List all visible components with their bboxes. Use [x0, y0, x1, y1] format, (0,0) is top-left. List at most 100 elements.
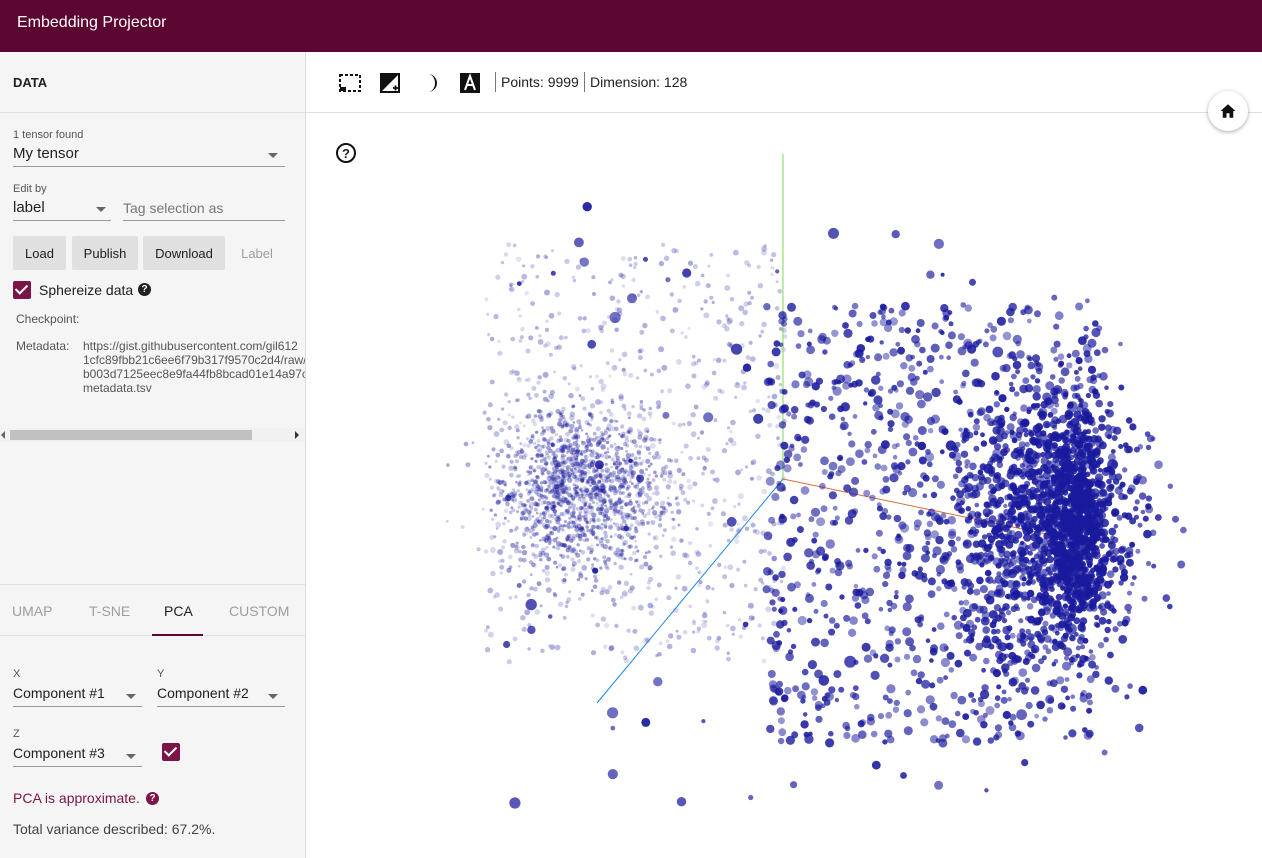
scroll-right-icon[interactable]: [295, 431, 299, 439]
data-point: [964, 492, 971, 499]
help-icon[interactable]: ?: [138, 283, 151, 296]
data-point: [578, 527, 584, 533]
scroll-left-icon[interactable]: [1, 431, 5, 439]
data-point: [837, 456, 843, 462]
data-point: [1099, 557, 1105, 563]
data-point: [758, 334, 762, 338]
data-point: [991, 419, 998, 426]
data-point: [544, 577, 551, 583]
horizontal-scrollbar[interactable]: [0, 428, 305, 442]
data-point: [589, 403, 596, 409]
data-point: [671, 525, 676, 530]
data-point: [531, 515, 535, 518]
data-point: [1015, 455, 1021, 461]
data-point: [1036, 528, 1041, 533]
z-component-select[interactable]: Component #3: [13, 743, 142, 767]
data-point: [1129, 541, 1136, 548]
data-point: [882, 352, 890, 360]
data-point: [545, 319, 549, 323]
data-point: [1031, 478, 1039, 485]
label-button[interactable]: Label: [231, 236, 283, 270]
sphereize-checkbox[interactable]: [13, 281, 31, 299]
data-point: [563, 524, 567, 528]
data-point: [497, 417, 501, 421]
data-point: [994, 483, 1003, 492]
select-rectangle-icon[interactable]: [338, 71, 362, 95]
tab-tsne[interactable]: T-SNE: [89, 603, 130, 619]
download-button[interactable]: Download: [143, 236, 225, 270]
data-point: [884, 625, 891, 632]
data-point: [769, 599, 776, 606]
data-point: [619, 595, 624, 600]
data-point: [540, 467, 546, 473]
tab-custom[interactable]: CUSTOM: [229, 603, 289, 619]
z-enable-checkbox[interactable]: [162, 743, 180, 761]
edit-by-select[interactable]: label: [13, 197, 111, 221]
night-mode-icon[interactable]: [378, 71, 402, 95]
publish-button[interactable]: Publish: [72, 236, 138, 270]
data-point: [501, 545, 506, 550]
data-point: [614, 623, 619, 629]
data-point: [521, 557, 527, 563]
data-point: [800, 698, 806, 704]
labels-icon[interactable]: [458, 71, 482, 95]
data-point: [1066, 421, 1074, 429]
tensor-select[interactable]: My tensor: [13, 143, 285, 167]
help-icon[interactable]: ?: [146, 792, 159, 805]
data-point: [828, 617, 836, 624]
data-point: [610, 465, 613, 469]
data-point: [985, 405, 994, 414]
data-point: [1036, 438, 1042, 444]
data-point: [1074, 392, 1081, 399]
scatter-plot-3d[interactable]: [306, 114, 1262, 858]
data-point: [651, 507, 655, 510]
data-point: [1008, 496, 1013, 501]
contrast-icon[interactable]: [418, 71, 442, 95]
data-point: [1125, 417, 1133, 424]
data-point: [636, 293, 641, 298]
data-point: [999, 421, 1006, 428]
scrollbar-thumb[interactable]: [10, 430, 252, 440]
data-point: [491, 447, 496, 452]
data-point: [959, 622, 965, 628]
data-point: [653, 485, 660, 491]
data-point: [1073, 527, 1080, 534]
data-point: [542, 480, 547, 485]
data-point: [904, 327, 911, 334]
data-point: [628, 416, 631, 420]
data-point: [486, 312, 490, 316]
data-point: [643, 368, 648, 373]
x-component-select[interactable]: Component #1: [13, 683, 142, 707]
data-point: [755, 433, 761, 440]
data-point: [1019, 513, 1025, 520]
data-point: [585, 438, 591, 444]
data-point: [1015, 687, 1021, 693]
data-point: [829, 519, 836, 526]
data-point: [1122, 467, 1128, 473]
data-point: [621, 351, 628, 358]
data-point: [489, 379, 495, 385]
data-point: [859, 719, 866, 726]
load-button[interactable]: Load: [13, 236, 66, 270]
y-component-select[interactable]: Component #2: [157, 683, 285, 707]
data-point: [758, 577, 764, 583]
data-point: [600, 444, 606, 450]
data-point: [932, 546, 942, 556]
data-point: [631, 404, 635, 409]
data-point: [637, 355, 643, 361]
data-point: [793, 581, 801, 589]
data-point: [506, 242, 512, 248]
data-point: [812, 531, 819, 538]
data-point: [902, 602, 912, 612]
data-point: [1003, 503, 1008, 509]
tag-selection-input[interactable]: Tag selection as: [123, 197, 285, 221]
data-point: [767, 401, 776, 410]
data-point: [903, 433, 911, 441]
data-point: [599, 410, 603, 415]
data-point: [688, 455, 693, 461]
data-point: [1009, 516, 1017, 524]
tab-umap[interactable]: UMAP: [12, 603, 52, 619]
tab-pca[interactable]: PCA: [164, 603, 193, 619]
data-point: [614, 522, 620, 528]
data-point: [994, 724, 1003, 732]
